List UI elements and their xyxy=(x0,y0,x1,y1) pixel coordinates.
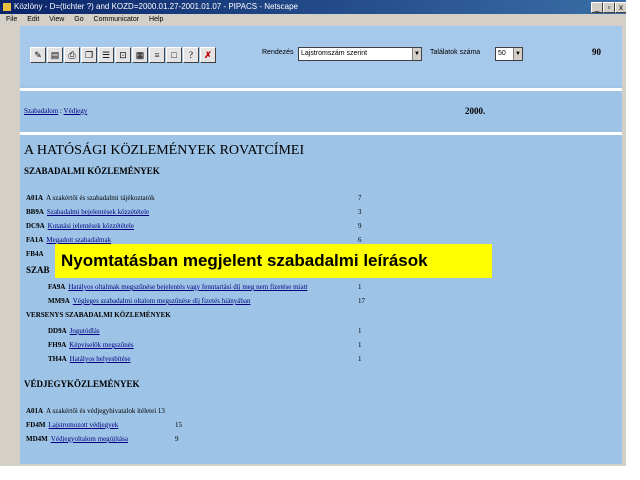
row-code: A01A xyxy=(26,194,44,202)
sort-select-value: Lajstromszám szerint xyxy=(301,50,368,57)
section-title-trademarks: VÉDJEGYKÖZLEMÉNYEK xyxy=(24,379,140,389)
menu-edit[interactable]: Edit xyxy=(27,16,39,23)
row-code: FD4M xyxy=(26,421,46,429)
help-icon[interactable]: ? xyxy=(183,47,199,63)
row-code: FH9A xyxy=(48,341,67,349)
list-item: DC9A Kutatási jelentések közzététele xyxy=(26,222,134,230)
menu-bar: File Edit View Go Communicator Help xyxy=(0,14,626,25)
lines-icon[interactable]: ≡ xyxy=(149,47,165,63)
list-item: FH9A Képviselők megszűnés xyxy=(48,341,134,349)
row-count: 1 xyxy=(358,327,362,335)
menu-go[interactable]: Go xyxy=(74,16,83,23)
menu-view[interactable]: View xyxy=(49,16,64,23)
count-select-value: 50 xyxy=(498,50,506,57)
overlay-banner: Nyomtatásban megjelent szabadalmi leírás… xyxy=(55,244,492,278)
list-item: A01A A szakértői és szabadalmi tájékoztat… xyxy=(26,194,155,202)
nav-link-szabadalom[interactable]: Szabadalom xyxy=(24,107,58,115)
row-link[interactable]: Védjegyoltalom megújítása xyxy=(51,435,128,443)
divider xyxy=(20,88,622,91)
nav-links: Szabadalom : Védjegy xyxy=(24,107,87,115)
sort-select[interactable]: Lajstromszám szerint ▼ xyxy=(298,47,422,61)
netscape-icon xyxy=(3,3,11,11)
page-title: A HATÓSÁGI KÖZLEMÉNYEK ROVATCÍMEI xyxy=(24,143,305,158)
row-link[interactable]: Hatályos helyesbítése xyxy=(70,355,131,363)
window-icon[interactable]: □ xyxy=(166,47,182,63)
list-item: FA1A Megadott szabadalmak xyxy=(26,236,111,244)
new-icon[interactable]: ✎ xyxy=(30,47,46,63)
row-count: 1 xyxy=(358,341,362,349)
list-item: DD9A Jogutódlás xyxy=(48,327,100,335)
row-code: MM9A xyxy=(48,297,70,305)
chevron-down-icon[interactable]: ▼ xyxy=(513,48,522,60)
subsection-title: VERSENYS SZABADALMI KÖZLEMÉNYEK xyxy=(26,311,171,319)
row-count: 17 xyxy=(358,297,365,305)
list-item: FA9A Hatályos oltalmak megszűnése bejelen… xyxy=(48,283,307,291)
row-count: 9 xyxy=(358,222,362,230)
count-select[interactable]: 50 ▼ xyxy=(495,47,523,61)
right-margin xyxy=(626,0,640,480)
delete-icon[interactable]: ✗ xyxy=(200,47,216,63)
save-icon[interactable]: ▤ xyxy=(47,47,63,63)
row-count: 9 xyxy=(175,435,179,443)
row-count: 15 xyxy=(175,421,182,429)
print-icon[interactable]: ⎙ xyxy=(64,47,80,63)
copy-icon[interactable]: ❐ xyxy=(81,47,97,63)
menu-communicator[interactable]: Communicator xyxy=(94,16,140,23)
row-code: DD9A xyxy=(48,327,67,335)
list-item: MM9A Végleges szabadalmi oltalom megszűné… xyxy=(48,297,250,305)
menu-file[interactable]: File xyxy=(6,16,17,23)
row-code: FB4A xyxy=(26,250,44,258)
row-count: 1 xyxy=(358,283,362,291)
row-count: 13 xyxy=(157,407,165,415)
section-title-partial: SZAB xyxy=(26,265,50,275)
list-item: BB9A Szabadalmi bejelentések közzététele xyxy=(26,208,149,216)
row-count: 7 xyxy=(358,194,362,202)
list-item: FD4M Lajstromozott védjegyek xyxy=(26,421,118,429)
list-item: FB4A xyxy=(26,250,47,258)
row-link[interactable]: Végleges szabadalmi oltalom megszűnése d… xyxy=(73,297,251,305)
row-link[interactable]: Képviselők megszűnés xyxy=(69,341,133,349)
count-label: Találatok száma xyxy=(430,49,481,56)
row-code: TH4A xyxy=(48,355,67,363)
list-item: MD4M Védjegyoltalom megújítása xyxy=(26,435,128,443)
menu-help[interactable]: Help xyxy=(149,16,163,23)
row-link[interactable]: Hatályos oltalmak megszűnése bejelentés … xyxy=(68,283,307,291)
minimize-button[interactable]: _ xyxy=(591,2,603,13)
row-link[interactable]: Lajstromozott védjegyek xyxy=(48,421,118,429)
row-code: FA1A xyxy=(26,236,44,244)
row-text: A szakértői és védjegyhivatalok ítéletei xyxy=(46,407,157,415)
row-text: A szakértői és szabadalmi tájékoztatók xyxy=(46,194,155,202)
row-code: A01A xyxy=(26,407,44,415)
row-link[interactable]: Jogutódlás xyxy=(70,327,100,335)
lock-icon[interactable]: ⊡ xyxy=(115,47,131,63)
row-link[interactable]: Megadott szabadalmak xyxy=(46,236,111,244)
table-icon[interactable]: ▦ xyxy=(132,47,148,63)
section-title-patents: SZABADALMI KÖZLEMÉNYEK xyxy=(24,166,160,176)
year-label: 2000. xyxy=(465,106,486,116)
row-count: 3 xyxy=(358,208,362,216)
maximize-button[interactable]: ▫ xyxy=(603,2,615,13)
nav-separator: : xyxy=(59,107,62,115)
list-item: TH4A Hatályos helyesbítése xyxy=(48,355,131,363)
row-count: 6 xyxy=(358,236,362,244)
row-link[interactable]: Szabadalmi bejelentések közzététele xyxy=(47,208,149,216)
nav-link-vedjegy[interactable]: Védjegy xyxy=(64,107,88,115)
row-code: DC9A xyxy=(26,222,45,230)
list-icon[interactable]: ☰ xyxy=(98,47,114,63)
sort-label: Rendezés xyxy=(262,49,294,56)
divider xyxy=(20,132,622,135)
row-link[interactable]: Kutatási jelentések közzététele xyxy=(48,222,134,230)
list-item: A01A A szakértői és védjegyhivatalok ítél… xyxy=(26,407,165,415)
row-code: FA9A xyxy=(48,283,66,291)
row-code: BB9A xyxy=(26,208,44,216)
chevron-down-icon[interactable]: ▼ xyxy=(412,48,421,60)
title-bar: Közlöny - D=(tichter ?) and KOZD=2000.01… xyxy=(0,0,627,14)
row-code: MD4M xyxy=(26,435,48,443)
result-counter: 90 xyxy=(592,47,601,57)
window-title: Közlöny - D=(tichter ?) and KOZD=2000.01… xyxy=(14,2,298,11)
row-count: 1 xyxy=(358,355,362,363)
